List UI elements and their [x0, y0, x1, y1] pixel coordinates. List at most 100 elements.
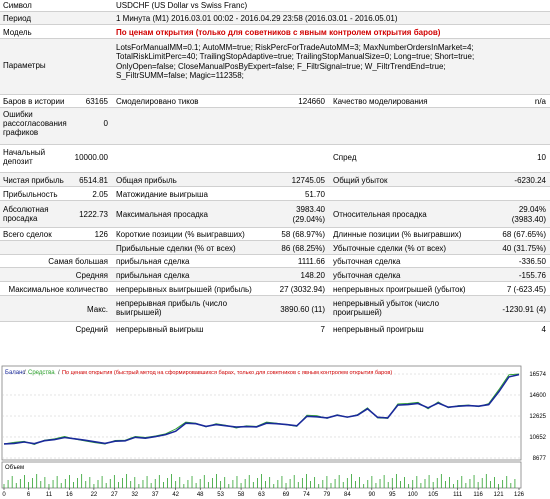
avg-loss-label: убыточная сделка [333, 271, 401, 280]
row-profit-trades: Прибыльные сделки (% от всех) 86 (68.25%… [0, 241, 550, 255]
errors-value: 0 [103, 119, 108, 128]
balance-chart-svg: Баланс / Средства / По ценам открытия (б… [0, 364, 550, 498]
x-tick-label: 79 [324, 492, 331, 497]
x-tick-label: 74 [303, 492, 310, 497]
gross-profit-value: 12745.05 [291, 176, 325, 185]
balance-chart: Баланс / Средства / По ценам открытия (б… [0, 364, 550, 498]
x-tick-label: 48 [197, 492, 204, 497]
short-value: 58 (68.97%) [281, 230, 325, 239]
ticks-value: 124660 [298, 97, 325, 106]
maximal-loss-value: -1230.91 (4) [502, 305, 546, 314]
x-tick-label: 121 [494, 492, 505, 497]
x-tick-label: 95 [389, 492, 396, 497]
x-tick-label: 69 [283, 492, 290, 497]
profit-trades-value: 86 (68.25%) [281, 244, 325, 253]
max-losses-label: непрерывных проигрышей (убыток) [333, 285, 466, 294]
deposit-value: 10000.00 [74, 153, 108, 162]
x-tick-label: 22 [91, 492, 98, 497]
row-avg-cons: Средний непрерывный выигрыш 7 непрерывны… [0, 322, 550, 336]
row-pf: Прибыльность 2.05 Матожидание выигрыша 5… [0, 187, 550, 201]
rel-dd-label: Относительная просадка [333, 210, 427, 219]
report-table: Символ USDCHF (US Dollar vs Swiss Franc)… [0, 0, 550, 336]
max-dd-label: Максимальная просадка [116, 210, 208, 219]
row-symbol: Символ USDCHF (US Dollar vs Swiss Franc) [0, 0, 550, 12]
net-value: 6514.81 [79, 176, 108, 185]
spread-value: 10 [537, 153, 546, 162]
largest-profit-label: прибыльная сделка [116, 257, 190, 266]
long-label: Длинные позиции (% выигравших) [333, 230, 462, 239]
y-tick-label: 14600 [529, 393, 546, 399]
row-net: Чистая прибыль 6514.81 Общая прибыль 127… [0, 173, 550, 187]
row-model: Модель По ценам открытия (только для сов… [0, 25, 550, 39]
legend-balance: Баланс [5, 370, 25, 376]
bars-value: 63165 [85, 97, 108, 106]
params-line: S_FiltrSUMM=false; Magic=112358; [116, 70, 244, 80]
legend-model: По ценам открытия (быстрый метод на сфор… [62, 369, 392, 376]
rel-dd-value: 29.04% [518, 205, 546, 214]
x-tick-label: 111 [453, 492, 463, 497]
loss-trades-label: Убыточные сделки (% от всех) [333, 244, 447, 253]
maximal-profit-label: непрерывная прибыль (число выигрышей) [116, 299, 228, 317]
row-errors: Ошибки рассогласования графиков 0 [0, 108, 550, 145]
gross-profit-label: Общая прибыль [116, 176, 177, 185]
largest-loss-label: убыточная сделка [333, 257, 401, 266]
avg-wins-label: непрерывный выигрыш [116, 325, 204, 334]
max-count-label: Максимальное количество [8, 285, 108, 294]
params-line: LotsForManualMM=0.1; AutoMM=true; RiskPe… [116, 43, 474, 52]
x-tick-label: 58 [238, 492, 245, 497]
largest-profit-value: 1111.66 [297, 257, 325, 266]
row-largest: Самая большая прибыльная сделка 1111.66 … [0, 255, 550, 268]
trades-value: 126 [94, 230, 108, 239]
model-label: Модель [3, 28, 32, 37]
trades-label: Всего сделок [3, 230, 52, 239]
y-tick-label: 16574 [529, 372, 546, 378]
row-max-count: Максимальное количество непрерывных выиг… [0, 282, 550, 296]
max-dd-percent: (29.04%) [292, 215, 325, 224]
x-tick-label: 116 [473, 492, 483, 497]
largest-loss-value: -336.50 [518, 257, 546, 266]
loss-trades-value: 40 (31.75%) [502, 244, 546, 253]
x-tick-label: 84 [344, 492, 351, 497]
period-value: 1 Минута (M1) 2016.03.01 00:02 - 2016.04… [116, 14, 398, 23]
params-value: LotsForManualMM=0.1; AutoMM=true; RiskPe… [116, 43, 546, 80]
row-params: Параметры LotsForManualMM=0.1; AutoMM=tr… [0, 39, 550, 95]
params-line: TotalRiskLimitPerc=40; TrailingStopAdapt… [116, 52, 475, 62]
maximal-profit-value: 3890.60 (11) [280, 305, 325, 314]
average-label: Средняя [75, 271, 108, 280]
x-tick-label: 37 [152, 492, 159, 497]
avg-wins-value: 7 [320, 325, 325, 334]
row-trades: Всего сделок 126 Короткие позиции (% выи… [0, 228, 550, 241]
x-tick-label: 11 [46, 492, 53, 497]
model-value: По ценам открытия (только для советников… [116, 28, 441, 37]
bars-label: Баров в истории [3, 97, 65, 106]
row-deposit: Начальный депозит 10000.00 Спред 10 [0, 145, 550, 173]
x-tick-label: 105 [428, 492, 439, 497]
row-drawdown: Абсолютная просадка 1222.73 Максимальная… [0, 201, 550, 228]
rel-dd-amount: (3983.40) [511, 215, 546, 224]
avg-losses-label: непрерывный проигрыш [333, 325, 424, 334]
avg-cons-label: Средний [75, 325, 108, 334]
x-tick-label: 27 [111, 492, 118, 497]
largest-label: Самая большая [48, 257, 108, 266]
quality-label: Качество моделирования [333, 97, 428, 106]
y-tick-label: 8677 [533, 456, 547, 462]
short-label: Короткие позиции (% выигравших) [116, 230, 245, 239]
avg-profit-value: 148.20 [300, 271, 325, 280]
spread-label: Спред [333, 153, 357, 162]
x-tick-label: 90 [369, 492, 376, 497]
row-maximal: Макс. непрерывная прибыль (число выигрыш… [0, 296, 550, 322]
max-losses-value: 7 (-623.45) [506, 285, 546, 294]
avg-losses-value: 4 [541, 325, 546, 334]
row-average: Средняя прибыльная сделка 148.20 убыточн… [0, 268, 550, 282]
strategy-tester-report: Символ USDCHF (US Dollar vs Swiss Franc)… [0, 0, 550, 498]
gross-loss-value: -6230.24 [514, 176, 546, 185]
x-tick-label: 42 [172, 492, 179, 497]
deposit-label: Начальный депозит [3, 148, 46, 166]
ep-label: Матожидание выигрыша [116, 190, 208, 199]
profit-trades-label: Прибыльные сделки (% от всех) [116, 244, 236, 253]
pf-value: 2.05 [92, 190, 108, 199]
quality-value: n/a [534, 97, 546, 106]
x-tick-label: 126 [514, 492, 525, 497]
x-tick-label: 53 [217, 492, 224, 497]
params-line: OnlyOpen=false; CloseManualPosByExpert=f… [116, 61, 446, 71]
